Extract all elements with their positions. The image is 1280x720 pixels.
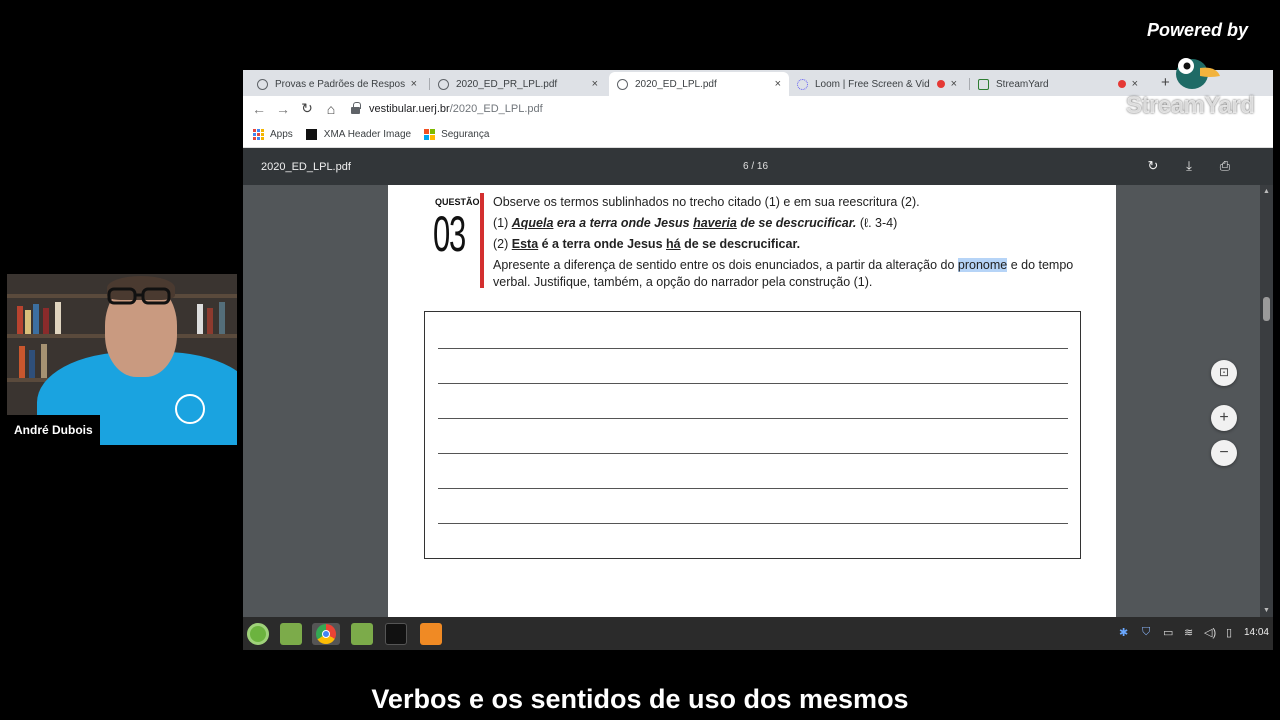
new-tab-button[interactable]: + — [1161, 74, 1170, 91]
forward-icon[interactable]: → — [271, 101, 295, 117]
question-prompt: Apresente a diferença de sentido entre o… — [493, 258, 1074, 289]
stream-canvas: Provas e Padrões de Respost × 2020_ED_PR… — [0, 0, 1280, 720]
browser-toolbar: ← → ↻ ⌂ vestibular.uerj.br/2020_ED_LPL.p… — [243, 96, 1273, 121]
tab-strip: Provas e Padrões de Respost × 2020_ED_PR… — [243, 70, 1273, 96]
close-icon[interactable]: × — [775, 78, 781, 90]
streamyard-wordmark: StreamYard — [1126, 92, 1255, 119]
sentence-1: (1) Aquela era a terra onde Jesus haveri… — [493, 216, 898, 230]
recording-icon — [1117, 80, 1126, 88]
microsoft-icon — [424, 128, 436, 140]
browser-window: Provas e Padrões de Respost × 2020_ED_PR… — [243, 70, 1273, 650]
reload-icon[interactable]: ↻ — [295, 100, 319, 117]
shirt-badge — [175, 394, 205, 424]
pdf-filename: 2020_ED_LPL.pdf — [261, 160, 351, 173]
streamyard-icon — [978, 78, 989, 90]
close-icon[interactable]: × — [951, 78, 957, 90]
caption-banner: Verbos e os sentidos de uso dos mesmos — [0, 678, 1280, 720]
streamyard-logo-icon — [1176, 58, 1220, 89]
powered-by-label: Powered by — [1146, 20, 1248, 40]
apps-icon — [253, 128, 264, 140]
wifi-icon[interactable]: ≋ — [1184, 626, 1193, 639]
tab-provas[interactable]: Provas e Padrões de Respost × — [249, 72, 425, 96]
shield-icon[interactable]: ⛉ — [1142, 626, 1150, 639]
answer-box — [424, 311, 1081, 559]
rotate-icon[interactable]: ↻ — [1145, 158, 1161, 174]
home-icon[interactable]: ⌂ — [319, 101, 343, 117]
volume-icon[interactable]: ◁) — [1204, 626, 1216, 639]
glasses — [107, 287, 171, 305]
tab-lpl-active[interactable]: 2020_ED_LPL.pdf × — [609, 72, 789, 96]
bookmark-apps[interactable]: Apps — [253, 128, 293, 140]
question-rule — [480, 193, 484, 288]
display-icon[interactable]: ▭ — [1163, 626, 1173, 639]
clock: 14:04 — [1243, 627, 1269, 638]
globe-icon — [438, 78, 449, 90]
selected-text: pronome — [957, 258, 1008, 272]
terminal-icon[interactable] — [385, 623, 407, 645]
recording-icon — [936, 80, 945, 88]
pdf-page: QUESTÃO 03 Observe os termos sublinhados… — [388, 185, 1116, 617]
tab-pr-lpl[interactable]: 2020_ED_PR_LPL.pdf × — [430, 72, 606, 96]
pdf-toolbar: 2020_ED_LPL.pdf 6 / 16 ↻ ⤓ ⎙ — [243, 148, 1273, 185]
mint-menu-icon[interactable] — [247, 623, 269, 645]
page-indicator: 6 / 16 — [743, 161, 769, 172]
chrome-taskbar-slot[interactable] — [312, 623, 340, 645]
app-icon[interactable] — [420, 623, 442, 645]
bookmark-xma[interactable]: XMA Header Image — [305, 128, 411, 140]
globe-icon — [617, 78, 628, 90]
scrollbar-thumb[interactable] — [1263, 297, 1270, 321]
close-icon[interactable]: × — [411, 78, 417, 90]
zoom-out-button[interactable]: − — [1211, 440, 1237, 466]
tab-streamyard[interactable]: StreamYard × — [970, 72, 1146, 96]
desktop-taskbar: ✱ ⛉ ▭ ≋ ◁) ▯ 14:04 — [243, 617, 1273, 650]
bookmark-seguranca[interactable]: Segurança — [424, 128, 489, 140]
print-icon[interactable]: ⎙ — [1217, 158, 1233, 174]
close-icon[interactable]: × — [592, 78, 598, 90]
close-icon[interactable]: × — [1132, 78, 1138, 90]
download-icon[interactable]: ⤓ — [1181, 158, 1197, 174]
loom-icon — [797, 78, 808, 90]
xma-icon — [305, 128, 317, 140]
webcam-name-label: André Dubois — [7, 415, 100, 445]
question-intro: Observe os termos sublinhados no trecho … — [493, 195, 920, 209]
tab-loom[interactable]: Loom | Free Screen & Vid × — [789, 72, 965, 96]
back-icon[interactable]: ← — [247, 101, 271, 117]
battery-icon[interactable]: ▯ — [1226, 626, 1232, 639]
bluetooth-icon[interactable]: ✱ — [1119, 626, 1128, 639]
vertical-scrollbar[interactable]: ▲ ▼ — [1260, 185, 1273, 617]
files-icon[interactable] — [280, 623, 302, 645]
address-bar[interactable]: vestibular.uerj.br/2020_ED_LPL.pdf — [351, 101, 543, 115]
lock-icon — [351, 101, 361, 114]
question-text: Observe os termos sublinhados no trecho … — [493, 192, 1093, 291]
zoom-in-button[interactable]: + — [1211, 405, 1237, 431]
fit-page-button[interactable]: ⊡ — [1211, 360, 1237, 386]
globe-icon — [257, 78, 268, 90]
sentence-2: (2) Esta é a terra onde Jesus há de se d… — [493, 237, 801, 251]
question-number: 03 — [433, 206, 466, 262]
pdf-viewport[interactable]: QUESTÃO 03 Observe os termos sublinhados… — [243, 185, 1273, 617]
bookmarks-bar: Apps XMA Header Image Segurança — [243, 121, 1273, 148]
folder-icon[interactable] — [351, 623, 373, 645]
